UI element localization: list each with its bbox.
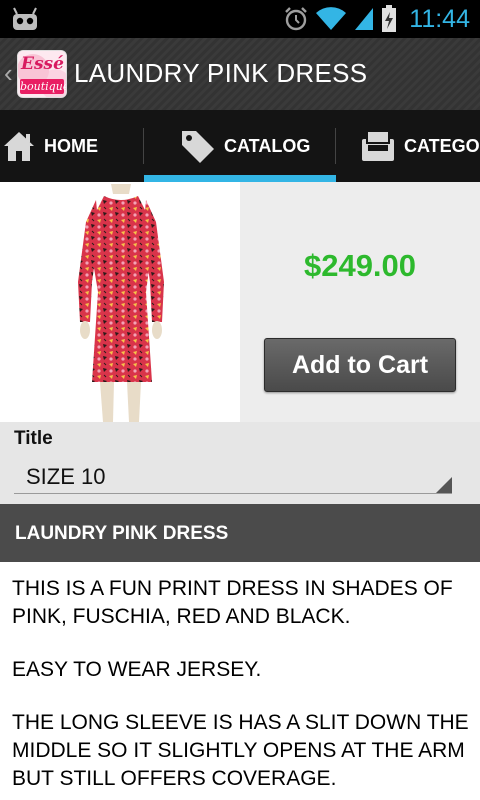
description-body: THIS IS A FUN PRINT DRESS IN SHADES OF P…	[12, 575, 472, 800]
add-to-cart-button[interactable]: Add to Cart	[264, 338, 456, 392]
description-paragraph: EASY TO WEAR JERSEY.	[12, 658, 262, 681]
logo-text-bottom: boutique	[20, 79, 67, 94]
clock: 11:44	[409, 4, 470, 33]
variant-section: Title SIZE 10	[0, 422, 480, 504]
description-header: LAUNDRY PINK DRESS	[0, 504, 480, 562]
product-price: $249.00	[303, 248, 417, 283]
signal-icon	[355, 8, 374, 30]
app-logo[interactable]: Essé boutique	[17, 50, 67, 98]
tab-label: CATEGOR	[404, 135, 480, 156]
description-paragraph: THIS IS A FUN PRINT DRESS IN SHADES OF P…	[12, 577, 453, 628]
product-image[interactable]	[0, 182, 240, 422]
purchase-panel: $249.00 Add to Cart	[240, 182, 480, 422]
page-title: LAUNDRY PINK DRESS	[74, 58, 368, 88]
select-underline	[14, 493, 452, 494]
variant-label: Title	[14, 428, 53, 449]
wifi-icon	[316, 7, 347, 30]
back-chevron-icon[interactable]: ‹	[4, 60, 13, 86]
price-tag-icon	[182, 131, 214, 163]
action-bar: ‹ Essé boutique LAUNDRY PINK DRESS	[0, 38, 480, 110]
size-select-value: SIZE 10	[26, 464, 106, 489]
size-select[interactable]: SIZE 10	[14, 456, 452, 496]
tab-label: HOME	[44, 135, 98, 156]
alarm-icon	[285, 7, 308, 31]
dropdown-corner-icon	[436, 477, 452, 493]
battery-charging-icon	[382, 5, 397, 32]
status-bar: 11:44	[0, 0, 480, 38]
logo-text-top: Essé	[21, 54, 64, 74]
description-paragraph: THE LONG SLEEVE IS HAS A SLIT DOWN THE M…	[12, 711, 469, 790]
home-icon	[4, 132, 34, 161]
tab-bar: HOME CATALOG CATEGOR	[0, 110, 480, 182]
tab-categories[interactable]: CATEGOR	[336, 110, 480, 182]
description-heading: LAUNDRY PINK DRESS	[15, 523, 229, 544]
dress-mannequin-image	[78, 184, 164, 422]
inbox-tray-icon	[362, 130, 394, 161]
android-robot-icon	[13, 7, 37, 30]
tab-catalog[interactable]: CATALOG	[144, 110, 336, 182]
product-section: $249.00 Add to Cart	[0, 182, 480, 422]
tab-label: CATALOG	[224, 135, 311, 156]
tab-home[interactable]: HOME	[0, 110, 144, 182]
tab-selected-indicator	[144, 175, 336, 182]
